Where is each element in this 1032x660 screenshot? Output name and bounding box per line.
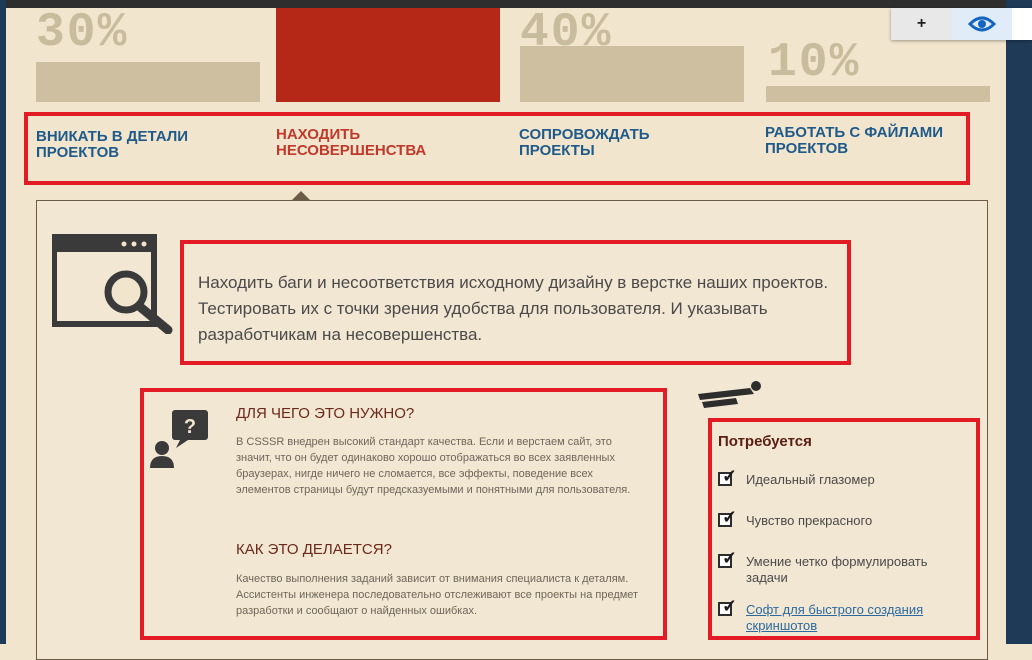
checkmark-icon: ✓ (722, 596, 738, 616)
requirement-link[interactable]: Софт для быстрого создания скриншотов (746, 602, 956, 634)
nav-item-support[interactable]: Сопровождать проекты (519, 127, 719, 159)
browser-search-icon (52, 234, 173, 334)
checkmark-icon: ✓ (722, 507, 738, 527)
left-edge (0, 0, 6, 644)
stat-bar-3 (520, 46, 744, 102)
eye-toggle-button[interactable] (952, 8, 1012, 40)
requirements-title: Потребуется (718, 433, 812, 450)
stat-percent-4: 10% (768, 36, 861, 90)
why-title: Для чего это нужно? (236, 405, 415, 422)
add-button[interactable]: + (891, 8, 952, 40)
checkmark-icon: ✓ (722, 466, 738, 486)
stat-percent-1: 30% (36, 6, 129, 60)
eye-icon (967, 16, 997, 32)
nav-item-imperfections[interactable]: Находить несовершенства (276, 127, 476, 159)
stat-bar-2 (276, 8, 500, 102)
svg-text:?: ? (184, 416, 196, 438)
checkmark-icon: ✓ (722, 548, 738, 568)
checkbox[interactable]: ✓ (718, 597, 737, 616)
requirement-label: Чувство прекрасного (746, 513, 873, 528)
stat-bar-4 (766, 86, 990, 102)
right-edge (1006, 0, 1032, 644)
floating-toolbar: + (891, 8, 1032, 40)
how-text: Качество выполнения заданий зависит от в… (236, 573, 639, 617)
nav-item-files[interactable]: Работать с файлами проектов (765, 125, 965, 157)
checkbox[interactable]: ✓ (718, 549, 737, 568)
intro-text: Находить баги и несоответствия исходному… (198, 273, 829, 344)
requirement-label: Умение четко формулировать задачи (746, 554, 928, 585)
question-person-icon: ? (150, 410, 208, 468)
stat-bar-1 (36, 62, 260, 102)
top-strip (0, 0, 1032, 8)
requirement-label: Идеальный глазомер (746, 472, 875, 487)
checkbox[interactable]: ✓ (718, 467, 737, 486)
why-text: В CSSSR внедрен высокий стандарт качеств… (236, 436, 631, 496)
nav-item-details[interactable]: Вникать в детали проектов (36, 129, 196, 161)
checkbox[interactable]: ✓ (718, 508, 737, 527)
how-title: Как это делается? (236, 541, 392, 558)
flying-person-icon (698, 381, 761, 408)
